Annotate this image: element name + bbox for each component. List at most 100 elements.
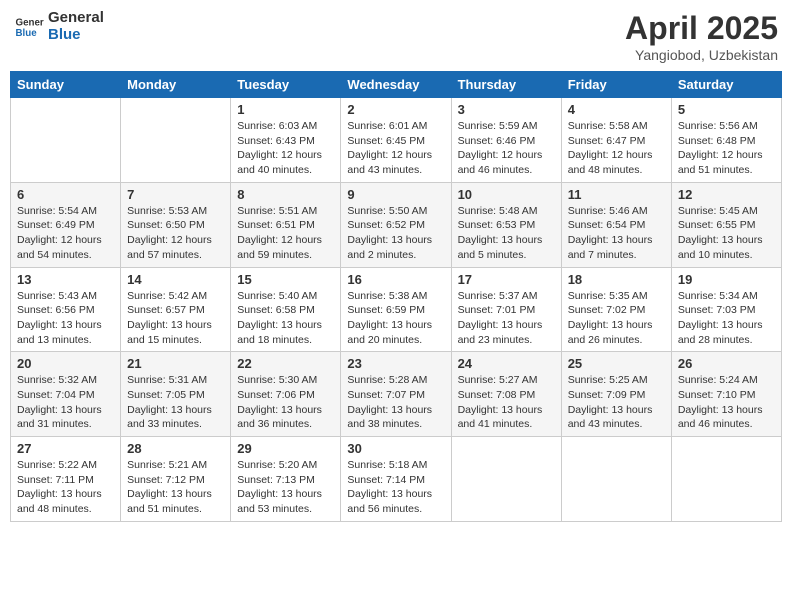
day-number: 29 <box>237 441 334 456</box>
day-detail: Sunrise: 5:31 AMSunset: 7:05 PMDaylight:… <box>127 373 224 432</box>
calendar-cell: 26 Sunrise: 5:24 AMSunset: 7:10 PMDaylig… <box>671 352 781 437</box>
day-number: 1 <box>237 102 334 117</box>
calendar-table: Sunday Monday Tuesday Wednesday Thursday… <box>10 71 782 522</box>
day-number: 27 <box>17 441 114 456</box>
logo-icon: General Blue <box>14 12 44 42</box>
calendar-cell: 19 Sunrise: 5:34 AMSunset: 7:03 PMDaylig… <box>671 267 781 352</box>
title-block: April 2025 Yangiobod, Uzbekistan <box>625 10 778 63</box>
calendar-cell <box>671 437 781 522</box>
svg-text:General: General <box>16 17 45 28</box>
calendar-cell: 30 Sunrise: 5:18 AMSunset: 7:14 PMDaylig… <box>341 437 451 522</box>
day-number: 20 <box>17 356 114 371</box>
day-number: 4 <box>568 102 665 117</box>
calendar-cell <box>121 98 231 183</box>
day-detail: Sunrise: 5:53 AMSunset: 6:50 PMDaylight:… <box>127 204 224 263</box>
calendar-cell: 12 Sunrise: 5:45 AMSunset: 6:55 PMDaylig… <box>671 182 781 267</box>
header-sunday: Sunday <box>11 72 121 98</box>
day-number: 7 <box>127 187 224 202</box>
day-number: 10 <box>458 187 555 202</box>
day-detail: Sunrise: 6:01 AMSunset: 6:45 PMDaylight:… <box>347 119 444 178</box>
day-detail: Sunrise: 5:28 AMSunset: 7:07 PMDaylight:… <box>347 373 444 432</box>
day-number: 16 <box>347 272 444 287</box>
calendar-cell: 14 Sunrise: 5:42 AMSunset: 6:57 PMDaylig… <box>121 267 231 352</box>
calendar-cell: 24 Sunrise: 5:27 AMSunset: 7:08 PMDaylig… <box>451 352 561 437</box>
day-number: 15 <box>237 272 334 287</box>
day-detail: Sunrise: 6:03 AMSunset: 6:43 PMDaylight:… <box>237 119 334 178</box>
calendar-cell: 15 Sunrise: 5:40 AMSunset: 6:58 PMDaylig… <box>231 267 341 352</box>
day-number: 8 <box>237 187 334 202</box>
calendar-cell: 8 Sunrise: 5:51 AMSunset: 6:51 PMDayligh… <box>231 182 341 267</box>
header-monday: Monday <box>121 72 231 98</box>
logo: General Blue General Blue <box>14 10 104 43</box>
day-number: 12 <box>678 187 775 202</box>
day-number: 28 <box>127 441 224 456</box>
calendar-cell: 21 Sunrise: 5:31 AMSunset: 7:05 PMDaylig… <box>121 352 231 437</box>
calendar-cell: 20 Sunrise: 5:32 AMSunset: 7:04 PMDaylig… <box>11 352 121 437</box>
day-number: 5 <box>678 102 775 117</box>
subtitle: Yangiobod, Uzbekistan <box>625 47 778 63</box>
day-detail: Sunrise: 5:50 AMSunset: 6:52 PMDaylight:… <box>347 204 444 263</box>
day-detail: Sunrise: 5:56 AMSunset: 6:48 PMDaylight:… <box>678 119 775 178</box>
day-detail: Sunrise: 5:27 AMSunset: 7:08 PMDaylight:… <box>458 373 555 432</box>
day-number: 26 <box>678 356 775 371</box>
day-number: 22 <box>237 356 334 371</box>
calendar-cell: 10 Sunrise: 5:48 AMSunset: 6:53 PMDaylig… <box>451 182 561 267</box>
day-number: 24 <box>458 356 555 371</box>
day-number: 23 <box>347 356 444 371</box>
day-number: 18 <box>568 272 665 287</box>
header-wednesday: Wednesday <box>341 72 451 98</box>
calendar-cell: 3 Sunrise: 5:59 AMSunset: 6:46 PMDayligh… <box>451 98 561 183</box>
calendar-cell: 17 Sunrise: 5:37 AMSunset: 7:01 PMDaylig… <box>451 267 561 352</box>
day-number: 17 <box>458 272 555 287</box>
header-saturday: Saturday <box>671 72 781 98</box>
logo-text-line1: General <box>48 10 104 27</box>
logo-text-line2: Blue <box>48 27 104 44</box>
day-number: 14 <box>127 272 224 287</box>
calendar-week-1: 1 Sunrise: 6:03 AMSunset: 6:43 PMDayligh… <box>11 98 782 183</box>
day-number: 21 <box>127 356 224 371</box>
day-detail: Sunrise: 5:43 AMSunset: 6:56 PMDaylight:… <box>17 289 114 348</box>
day-number: 19 <box>678 272 775 287</box>
day-detail: Sunrise: 5:37 AMSunset: 7:01 PMDaylight:… <box>458 289 555 348</box>
day-detail: Sunrise: 5:22 AMSunset: 7:11 PMDaylight:… <box>17 458 114 517</box>
calendar-cell: 11 Sunrise: 5:46 AMSunset: 6:54 PMDaylig… <box>561 182 671 267</box>
calendar-cell: 25 Sunrise: 5:25 AMSunset: 7:09 PMDaylig… <box>561 352 671 437</box>
day-detail: Sunrise: 5:32 AMSunset: 7:04 PMDaylight:… <box>17 373 114 432</box>
day-number: 25 <box>568 356 665 371</box>
calendar-cell <box>11 98 121 183</box>
day-number: 3 <box>458 102 555 117</box>
calendar-cell: 23 Sunrise: 5:28 AMSunset: 7:07 PMDaylig… <box>341 352 451 437</box>
header-thursday: Thursday <box>451 72 561 98</box>
day-detail: Sunrise: 5:59 AMSunset: 6:46 PMDaylight:… <box>458 119 555 178</box>
day-number: 6 <box>17 187 114 202</box>
calendar-cell: 13 Sunrise: 5:43 AMSunset: 6:56 PMDaylig… <box>11 267 121 352</box>
calendar-cell <box>561 437 671 522</box>
calendar-week-5: 27 Sunrise: 5:22 AMSunset: 7:11 PMDaylig… <box>11 437 782 522</box>
calendar-cell: 5 Sunrise: 5:56 AMSunset: 6:48 PMDayligh… <box>671 98 781 183</box>
day-detail: Sunrise: 5:45 AMSunset: 6:55 PMDaylight:… <box>678 204 775 263</box>
calendar-week-3: 13 Sunrise: 5:43 AMSunset: 6:56 PMDaylig… <box>11 267 782 352</box>
day-detail: Sunrise: 5:40 AMSunset: 6:58 PMDaylight:… <box>237 289 334 348</box>
day-detail: Sunrise: 5:18 AMSunset: 7:14 PMDaylight:… <box>347 458 444 517</box>
day-detail: Sunrise: 5:35 AMSunset: 7:02 PMDaylight:… <box>568 289 665 348</box>
calendar-cell: 4 Sunrise: 5:58 AMSunset: 6:47 PMDayligh… <box>561 98 671 183</box>
calendar-cell: 16 Sunrise: 5:38 AMSunset: 6:59 PMDaylig… <box>341 267 451 352</box>
month-title: April 2025 <box>625 10 778 47</box>
calendar-cell: 28 Sunrise: 5:21 AMSunset: 7:12 PMDaylig… <box>121 437 231 522</box>
calendar-cell: 29 Sunrise: 5:20 AMSunset: 7:13 PMDaylig… <box>231 437 341 522</box>
calendar-cell: 9 Sunrise: 5:50 AMSunset: 6:52 PMDayligh… <box>341 182 451 267</box>
day-number: 13 <box>17 272 114 287</box>
day-detail: Sunrise: 5:38 AMSunset: 6:59 PMDaylight:… <box>347 289 444 348</box>
calendar-cell: 18 Sunrise: 5:35 AMSunset: 7:02 PMDaylig… <box>561 267 671 352</box>
calendar-cell: 7 Sunrise: 5:53 AMSunset: 6:50 PMDayligh… <box>121 182 231 267</box>
day-detail: Sunrise: 5:24 AMSunset: 7:10 PMDaylight:… <box>678 373 775 432</box>
day-detail: Sunrise: 5:58 AMSunset: 6:47 PMDaylight:… <box>568 119 665 178</box>
calendar-week-4: 20 Sunrise: 5:32 AMSunset: 7:04 PMDaylig… <box>11 352 782 437</box>
calendar-cell <box>451 437 561 522</box>
day-detail: Sunrise: 5:42 AMSunset: 6:57 PMDaylight:… <box>127 289 224 348</box>
header-tuesday: Tuesday <box>231 72 341 98</box>
page-header: General Blue General Blue April 2025 Yan… <box>10 10 782 63</box>
calendar-cell: 1 Sunrise: 6:03 AMSunset: 6:43 PMDayligh… <box>231 98 341 183</box>
day-detail: Sunrise: 5:30 AMSunset: 7:06 PMDaylight:… <box>237 373 334 432</box>
day-detail: Sunrise: 5:34 AMSunset: 7:03 PMDaylight:… <box>678 289 775 348</box>
